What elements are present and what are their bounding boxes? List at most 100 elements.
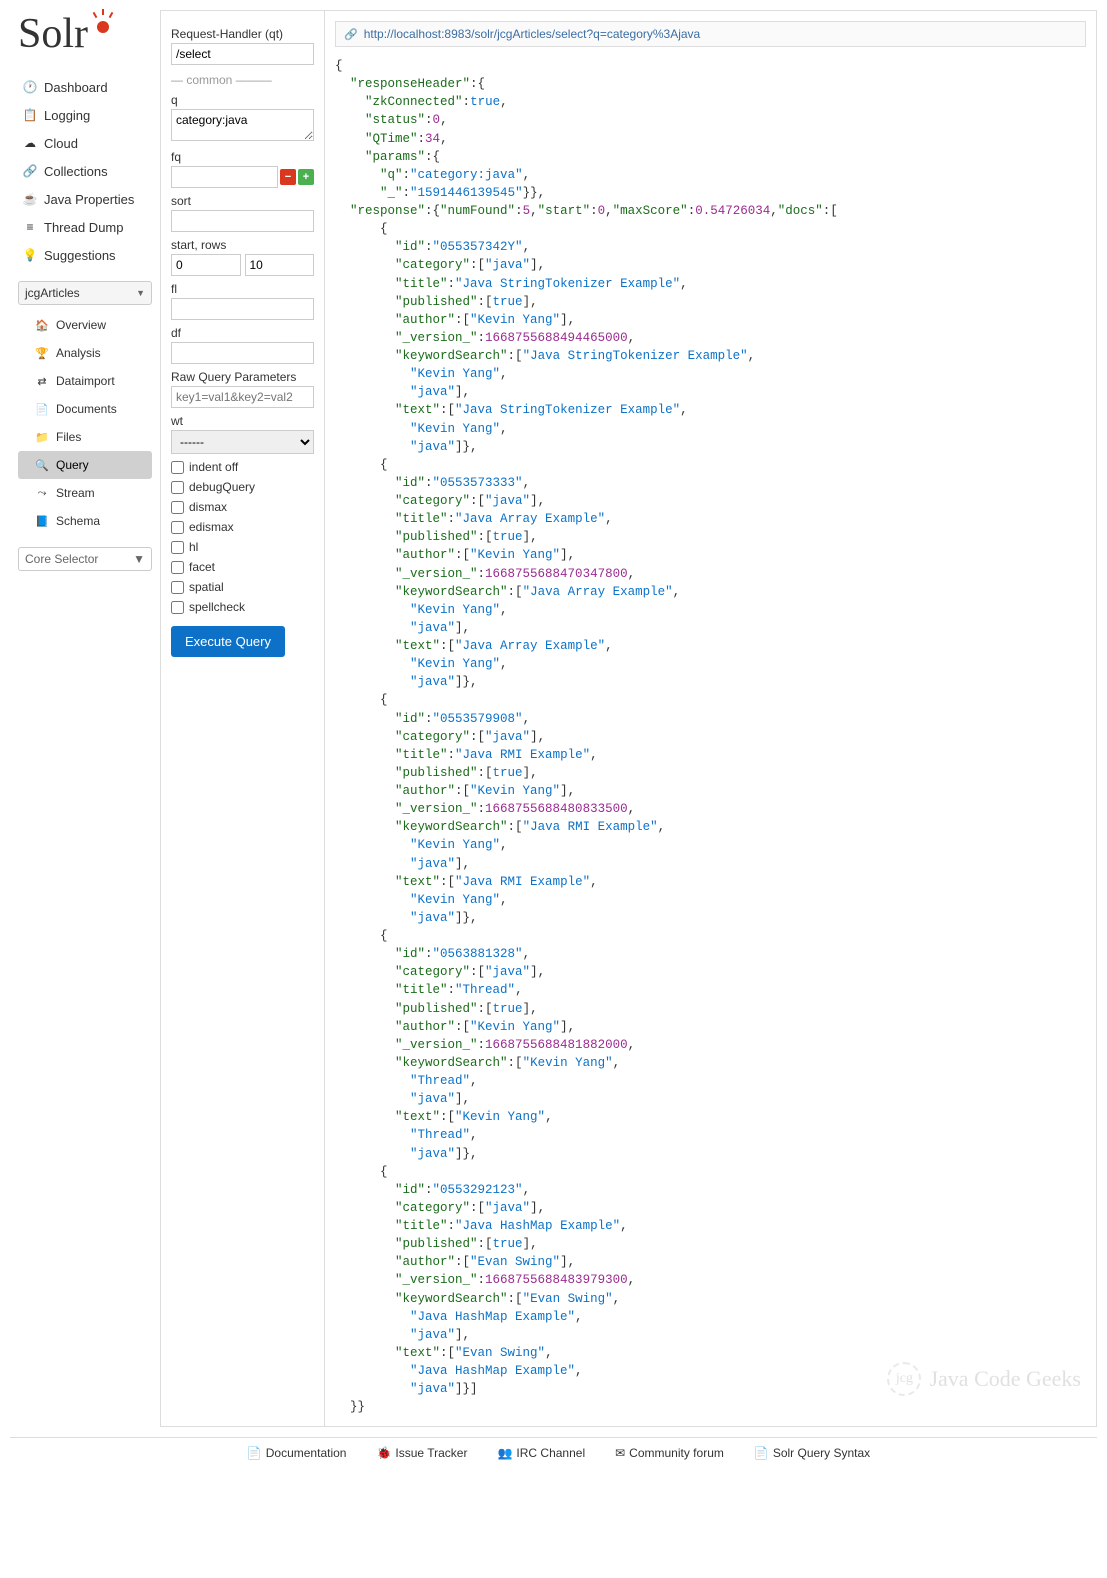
nav-item-cloud[interactable]: ☁ Cloud (18, 129, 152, 157)
label-dismax: dismax (189, 500, 227, 514)
nav-item-logging[interactable]: 📋Logging (18, 101, 152, 129)
subnav-label: Dataimport (56, 374, 115, 388)
nav-icon: 📋 (22, 107, 38, 123)
input-raw[interactable] (171, 386, 314, 408)
input-sort[interactable] (171, 210, 314, 232)
footer-icon: ✉ (615, 1446, 625, 1460)
subnav-item-files[interactable]: 📁Files (18, 423, 152, 451)
sidebar: Solr 🕐 Dashboard 📋Logging ☁ Cloud 🔗Collection… (10, 10, 160, 1427)
nav-item-java-properties[interactable]: ☕Java Properties (18, 185, 152, 213)
core-selector[interactable]: Core Selector ▼ (18, 547, 152, 571)
footer-link-community-forum[interactable]: ✉Community forum (605, 1446, 724, 1460)
link-icon: 🔗 (344, 28, 358, 41)
main-nav: 🕐 Dashboard 📋Logging ☁ Cloud 🔗Collections☕Jav… (18, 73, 152, 269)
label-sort: sort (171, 194, 314, 208)
subnav-label: Stream (56, 486, 95, 500)
label-spellcheck: spellcheck (189, 600, 245, 614)
label-fq: fq (171, 150, 314, 164)
footer-link-irc-channel[interactable]: 👥IRC Channel (487, 1446, 585, 1460)
label-qt: Request-Handler (qt) (171, 27, 314, 41)
nav-item-dashboard[interactable]: 🕐 Dashboard (18, 73, 152, 101)
checkbox-spatial[interactable] (171, 581, 184, 594)
footer-icon: 👥 (497, 1446, 512, 1460)
checkbox-spellcheck[interactable] (171, 601, 184, 614)
select-wt[interactable]: ------ (171, 430, 314, 454)
url-bar[interactable]: 🔗 http://localhost:8983/solr/jcgArticles… (335, 21, 1086, 47)
input-rows[interactable] (245, 254, 315, 276)
watermark-text: Java Code Geeks (929, 1366, 1081, 1392)
footer-icon: 📄 (247, 1446, 262, 1460)
subnav-item-query[interactable]: 🔍 Query (18, 451, 152, 479)
query-form: Request-Handler (qt) common q fq − + sor… (160, 10, 325, 1427)
input-df[interactable] (171, 342, 314, 364)
result-panel: 🔗 http://localhost:8983/solr/jcgArticles… (325, 10, 1097, 1427)
subnav-icon: 🏆 (34, 345, 50, 361)
nav-icon: 💡 (22, 247, 38, 263)
input-fq[interactable] (171, 166, 278, 188)
input-qt[interactable] (171, 43, 314, 65)
core-dropdown[interactable]: jcgArticles ▼ (18, 281, 152, 305)
label-fl: fl (171, 282, 314, 296)
footer-link-documentation[interactable]: 📄Documentation (237, 1446, 347, 1460)
subnav-item-stream[interactable]: ⤳ Stream (18, 479, 152, 507)
nav-label: Thread Dump (44, 220, 123, 235)
url-text: http://localhost:8983/solr/jcgArticles/s… (364, 27, 701, 41)
logo: Solr (18, 10, 152, 58)
footer-icon: 🐞 (376, 1446, 391, 1460)
nav-icon: ≡ (22, 219, 38, 235)
label-hl: hl (189, 540, 198, 554)
common-divider: common (171, 73, 314, 87)
nav-item-thread-dump[interactable]: ≡ Thread Dump (18, 213, 152, 241)
subnav-icon: ⇄ (34, 373, 50, 389)
add-fq-button[interactable]: + (298, 169, 314, 185)
checkbox-edismax[interactable] (171, 521, 184, 534)
label-spatial: spatial (189, 580, 224, 594)
subnav-icon: ⤳ (34, 485, 50, 501)
checkbox-debugQuery[interactable] (171, 481, 184, 494)
input-fl[interactable] (171, 298, 314, 320)
subnav-item-documents[interactable]: 📄 Documents (18, 395, 152, 423)
subnav-label: Query (56, 458, 89, 472)
nav-icon: ☁ (22, 135, 38, 151)
label-indent: indent off (189, 460, 238, 474)
nav-icon: ☕ (22, 191, 38, 207)
label-wt: wt (171, 414, 314, 428)
subnav-label: Analysis (56, 346, 101, 360)
label-debugQuery: debugQuery (189, 480, 255, 494)
nav-item-suggestions[interactable]: 💡 Suggestions (18, 241, 152, 269)
execute-query-button[interactable]: Execute Query (171, 626, 285, 657)
checkbox-dismax[interactable] (171, 501, 184, 514)
label-df: df (171, 326, 314, 340)
label-facet: facet (189, 560, 215, 574)
checkbox-facet[interactable] (171, 561, 184, 574)
nav-label: Collections (44, 164, 108, 179)
nav-label: Dashboard (44, 80, 108, 95)
checkbox-indent[interactable] (171, 461, 184, 474)
core-selector-label: Core Selector (25, 552, 98, 566)
subnav-icon: 🔍 (34, 457, 50, 473)
checkbox-hl[interactable] (171, 541, 184, 554)
subnav-icon: 📄 (34, 401, 50, 417)
watermark-icon: jcg (887, 1362, 921, 1396)
remove-fq-button[interactable]: − (280, 169, 296, 185)
subnav-label: Documents (56, 402, 117, 416)
input-start[interactable] (171, 254, 241, 276)
nav-label: Cloud (44, 136, 78, 151)
subnav-item-analysis[interactable]: 🏆 Analysis (18, 339, 152, 367)
core-dropdown-value: jcgArticles (25, 286, 80, 300)
label-start-rows: start, rows (171, 238, 314, 252)
subnav-item-overview[interactable]: 🏠Overview (18, 311, 152, 339)
subnav-label: Schema (56, 514, 100, 528)
nav-label: Suggestions (44, 248, 116, 263)
subnav-item-schema[interactable]: 📘 Schema (18, 507, 152, 535)
logo-text: Solr (18, 10, 88, 58)
caret-icon: ▼ (133, 552, 145, 566)
subnav-item-dataimport[interactable]: ⇄ Dataimport (18, 367, 152, 395)
input-q[interactable] (171, 109, 314, 141)
label-raw: Raw Query Parameters (171, 370, 314, 384)
subnav-icon: 📘 (34, 513, 50, 529)
footer-link-issue-tracker[interactable]: 🐞Issue Tracker (366, 1446, 467, 1460)
footer-link-solr-query-syntax[interactable]: 📄Solr Query Syntax (744, 1446, 870, 1460)
nav-icon: 🕐 (22, 79, 38, 95)
nav-item-collections[interactable]: 🔗Collections (18, 157, 152, 185)
